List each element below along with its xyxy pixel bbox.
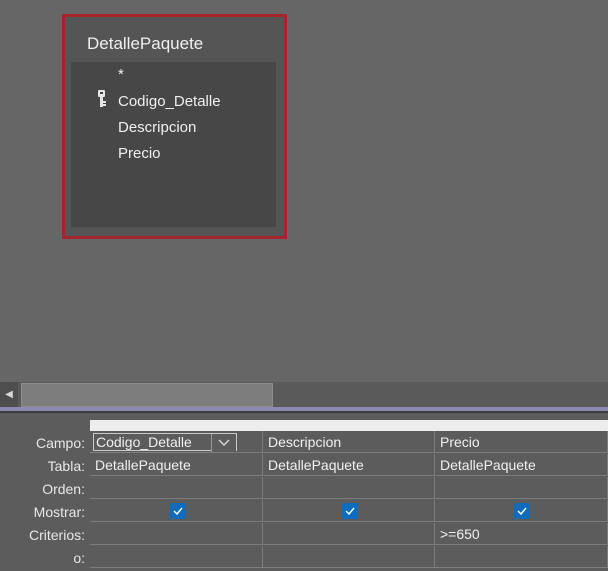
cell-tabla-1[interactable]: DetallePaquete — [90, 454, 263, 476]
table-title[interactable]: DetallePaquete — [87, 34, 203, 54]
row-label-criterios: Criterios: — [28, 527, 85, 543]
cell-orden-3[interactable] — [435, 477, 608, 499]
row-label-orden: Orden: — [42, 481, 85, 497]
cell-criterios-1[interactable] — [90, 523, 263, 545]
cell-mostrar-2[interactable] — [263, 500, 435, 522]
campo-value: Codigo_Detalle — [96, 434, 192, 450]
checkmark-icon — [345, 507, 355, 515]
cell-tabla-2[interactable]: DetallePaquete — [263, 454, 435, 476]
cell-criterios-3[interactable]: >=650 — [435, 523, 608, 545]
query-design-grid: Campo: Tabla: Orden: Mostrar: Criterios:… — [0, 413, 608, 571]
field-item-all[interactable]: * — [118, 66, 124, 83]
grid-columns: Codigo_Detalle DetallePaquete Descripcio… — [90, 420, 608, 571]
cell-campo-2[interactable]: Descripcion — [263, 431, 435, 453]
cell-criterios-2[interactable] — [263, 523, 435, 545]
cell-orden-1[interactable] — [90, 477, 263, 499]
field-list[interactable]: * Codigo_Detalle Descripcion Precio — [71, 62, 276, 227]
cell-mostrar-1[interactable] — [90, 500, 263, 522]
scrollbar-thumb[interactable] — [21, 383, 273, 407]
row-label-o: o: — [73, 550, 85, 566]
checkmark-icon — [517, 507, 527, 515]
row-labels: Campo: Tabla: Orden: Mostrar: Criterios:… — [0, 413, 90, 571]
triangle-left-icon[interactable]: ◀ — [0, 382, 18, 407]
cell-o-2[interactable] — [263, 546, 435, 568]
mostrar-checkbox-2[interactable] — [342, 503, 358, 519]
cell-o-3[interactable] — [435, 546, 608, 568]
cell-o-1[interactable] — [90, 546, 263, 568]
mostrar-checkbox-3[interactable] — [514, 503, 530, 519]
column-selector-3[interactable] — [435, 420, 608, 431]
cell-campo-1[interactable]: Codigo_Detalle — [90, 431, 263, 453]
row-label-tabla: Tabla: — [47, 458, 85, 474]
row-label-mostrar: Mostrar: — [33, 504, 85, 520]
field-item-precio[interactable]: Precio — [118, 145, 161, 162]
mostrar-checkbox-1[interactable] — [170, 503, 186, 519]
cell-tabla-3[interactable]: DetallePaquete — [435, 454, 608, 476]
cell-orden-2[interactable] — [263, 477, 435, 499]
row-label-campo: Campo: — [35, 435, 85, 451]
chevron-down-icon[interactable] — [211, 434, 236, 452]
cell-mostrar-3[interactable] — [435, 500, 608, 522]
column-selector-1[interactable] — [90, 420, 264, 431]
cell-campo-3[interactable]: Precio — [435, 431, 608, 453]
horizontal-scrollbar[interactable]: ◀ — [0, 382, 608, 407]
checkmark-icon — [173, 507, 183, 515]
query-design-surface[interactable]: DetallePaquete * Codigo_Detalle Descripc… — [0, 0, 608, 382]
key-icon — [98, 90, 106, 107]
field-item-descripcion[interactable]: Descripcion — [118, 119, 196, 136]
table-field-list-detallepaquete[interactable]: DetallePaquete * Codigo_Detalle Descripc… — [62, 14, 287, 239]
field-item-codigo-detalle[interactable]: Codigo_Detalle — [118, 93, 221, 110]
campo-dropdown[interactable]: Codigo_Detalle — [93, 433, 237, 452]
column-selector-2[interactable] — [263, 420, 436, 431]
